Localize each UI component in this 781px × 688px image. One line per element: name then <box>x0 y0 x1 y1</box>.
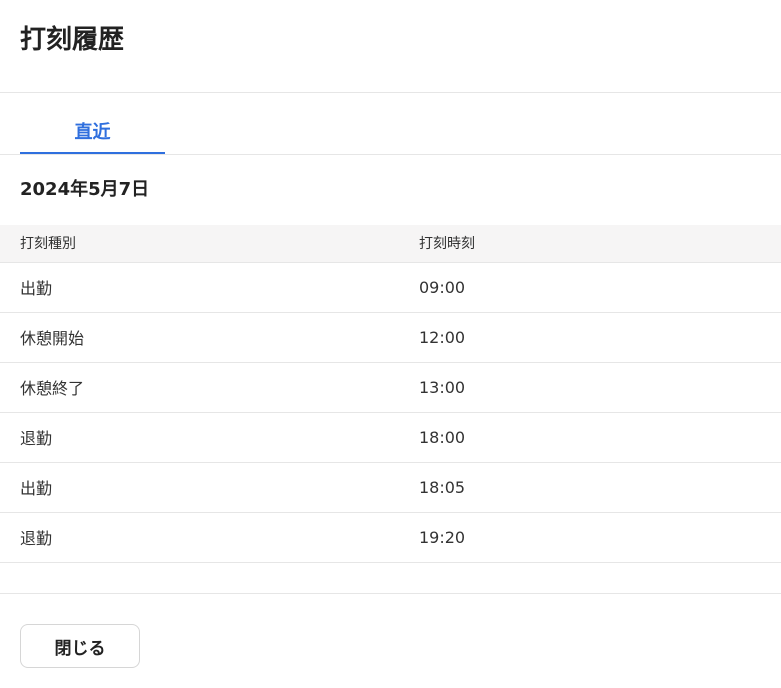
tab-bar: 直近 <box>0 93 781 155</box>
table-row: 出勤 09:00 <box>0 262 781 313</box>
column-header-time: 打刻時刻 <box>419 225 781 263</box>
page-title: 打刻履歴 <box>20 25 125 55</box>
dialog-footer: 閉じる <box>0 593 781 688</box>
close-button[interactable]: 閉じる <box>20 624 140 668</box>
punch-type: 出勤 <box>0 462 419 513</box>
punch-type: 退勤 <box>0 412 419 463</box>
table-row: 退勤 19:20 <box>0 512 781 563</box>
punch-history-table: 打刻種別 打刻時刻 出勤 09:00 休憩開始 12:00 休憩終了 13:00… <box>0 225 781 563</box>
punch-type: 退勤 <box>0 512 419 563</box>
table-row: 退勤 18:00 <box>0 412 781 463</box>
punch-time: 19:20 <box>419 512 781 563</box>
table-row: 休憩開始 12:00 <box>0 312 781 363</box>
punch-time: 09:00 <box>419 262 781 313</box>
punch-type: 休憩終了 <box>0 362 419 413</box>
column-header-type: 打刻種別 <box>0 225 419 263</box>
date-heading: 2024年5月7日 <box>20 179 150 200</box>
dialog-header: 打刻履歴 <box>0 0 781 93</box>
punch-type: 休憩開始 <box>0 312 419 363</box>
table-row: 休憩終了 13:00 <box>0 362 781 413</box>
punch-time: 18:00 <box>419 412 781 463</box>
tab-recent[interactable]: 直近 <box>20 111 165 154</box>
punch-time: 18:05 <box>419 462 781 513</box>
punch-time: 12:00 <box>419 312 781 363</box>
punch-time: 13:00 <box>419 362 781 413</box>
table-header-row: 打刻種別 打刻時刻 <box>0 225 781 263</box>
punch-type: 出勤 <box>0 262 419 313</box>
table-row: 出勤 18:05 <box>0 462 781 513</box>
